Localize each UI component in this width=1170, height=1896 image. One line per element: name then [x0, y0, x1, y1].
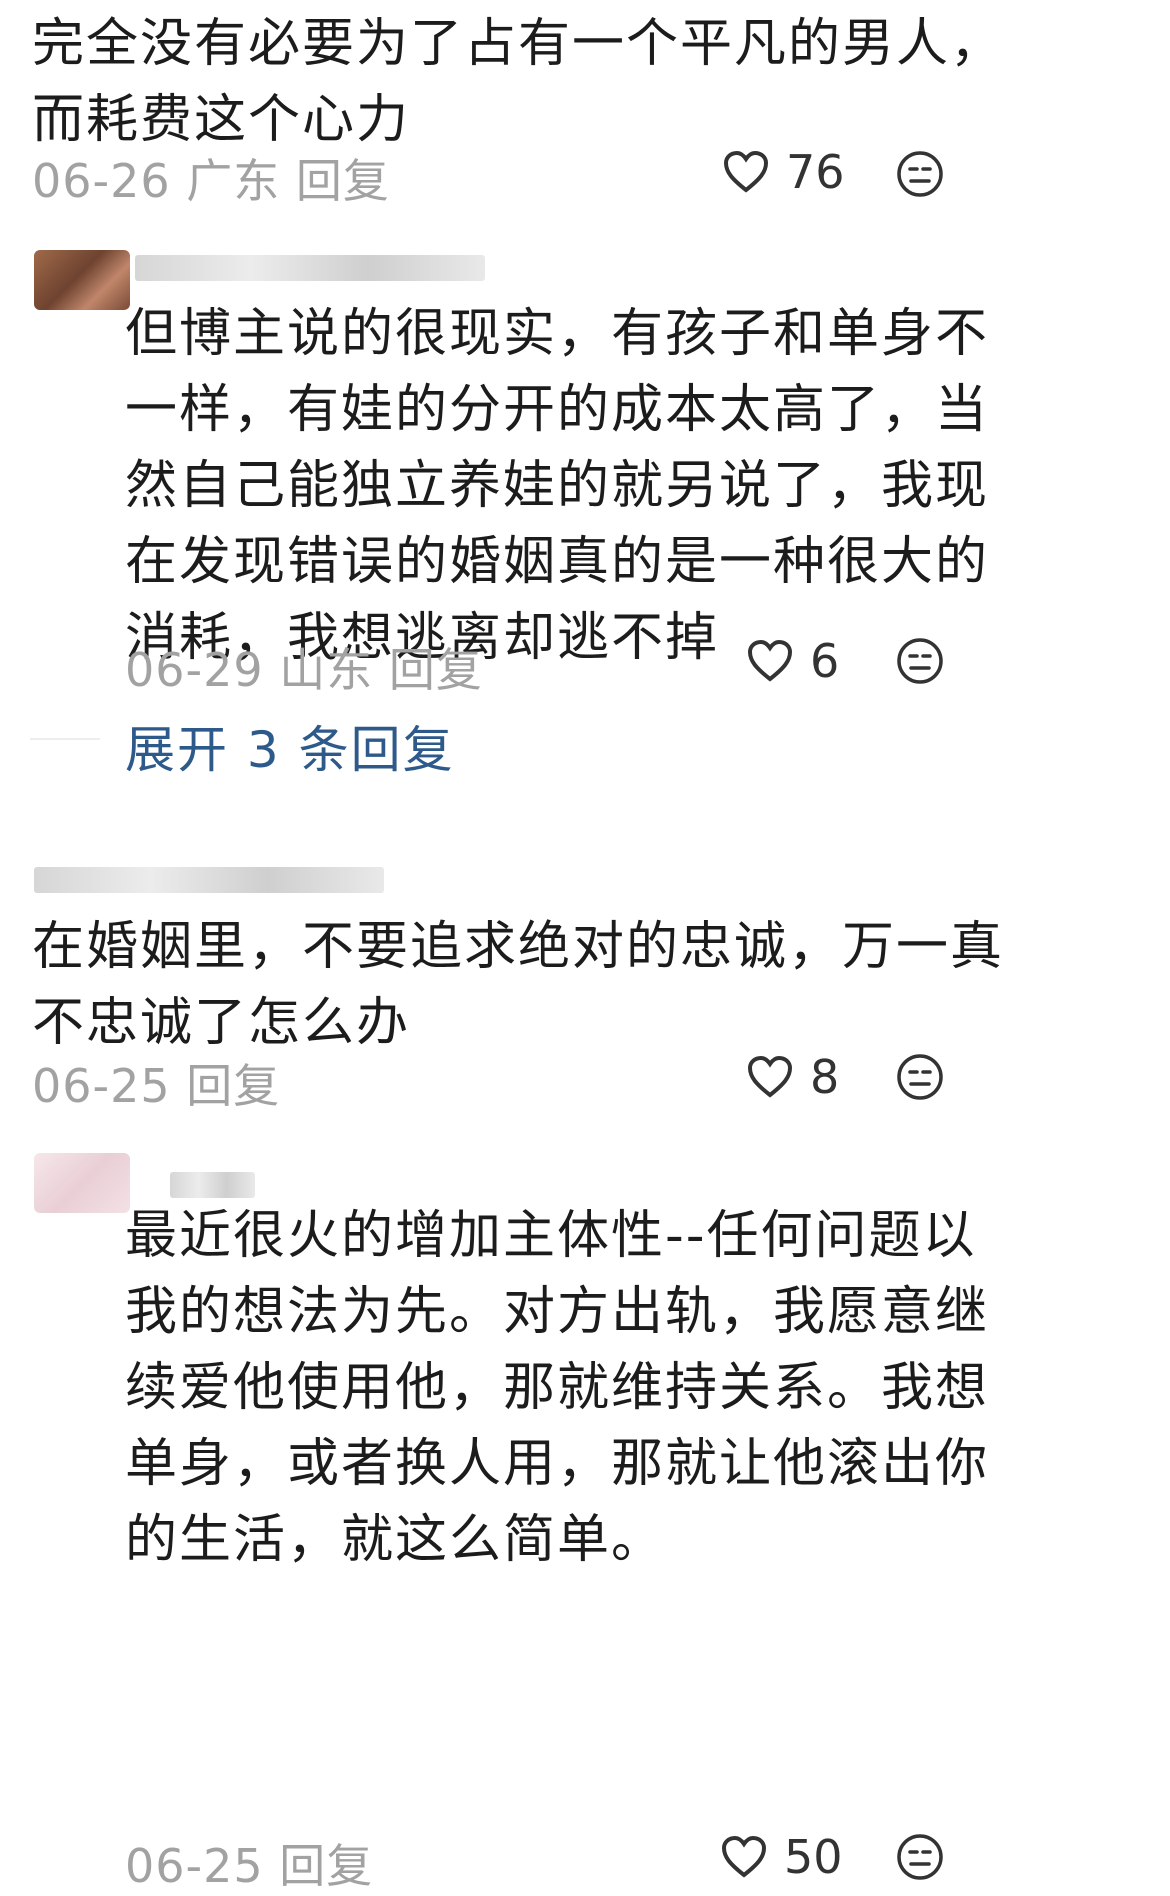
avatar[interactable] — [34, 1153, 130, 1213]
avatar[interactable] — [34, 250, 130, 310]
like-button[interactable]: 6 — [746, 634, 839, 688]
comment-meta[interactable]: 06-29 山东 回复 — [125, 634, 483, 700]
heart-icon — [721, 1835, 767, 1878]
comment-text: 但博主说的很现实，有孩子和单身不 一样，有娃的分开的成本太高了，当 然自己能独立… — [125, 304, 990, 668]
comment-meta[interactable]: 06-25 回复 — [125, 1830, 373, 1896]
expand-divider — [30, 738, 100, 740]
like-count: 76 — [786, 145, 845, 199]
like-count: 6 — [810, 634, 840, 688]
comment-text: 最近很火的增加主体性--任何问题以 我的想法为先。对方出轨，我愿意继 续爱他使用… — [125, 1206, 990, 1570]
comment-text: 完全没有必要为了占有一个平凡的男人， 而耗费这个心力 — [32, 14, 1005, 150]
heart-icon — [723, 150, 769, 193]
emoji-icon[interactable] — [896, 1053, 944, 1101]
username-redacted[interactable] — [34, 867, 384, 893]
like-count: 8 — [810, 1050, 840, 1104]
username-redacted[interactable] — [170, 1172, 255, 1198]
comment-text: 在婚姻里，不要追求绝对的忠诚，万一真 不忠诚了怎么办 — [32, 917, 1005, 1053]
like-button[interactable]: 50 — [720, 1830, 843, 1884]
emoji-icon[interactable] — [896, 1833, 944, 1881]
emoji-icon[interactable] — [896, 637, 944, 685]
heart-icon — [747, 639, 793, 682]
comment-meta[interactable]: 06-25 回复 — [32, 1050, 280, 1116]
emoji-icon[interactable] — [896, 150, 944, 198]
heart-icon — [747, 1055, 793, 1098]
username-redacted[interactable] — [135, 255, 485, 281]
comment-meta[interactable]: 06-26 广东 回复 — [32, 145, 390, 211]
like-button[interactable]: 8 — [746, 1050, 839, 1104]
like-count: 50 — [784, 1830, 843, 1884]
like-button[interactable]: 76 — [722, 145, 845, 199]
expand-replies-link[interactable]: 展开 3 条回复 — [125, 710, 455, 782]
